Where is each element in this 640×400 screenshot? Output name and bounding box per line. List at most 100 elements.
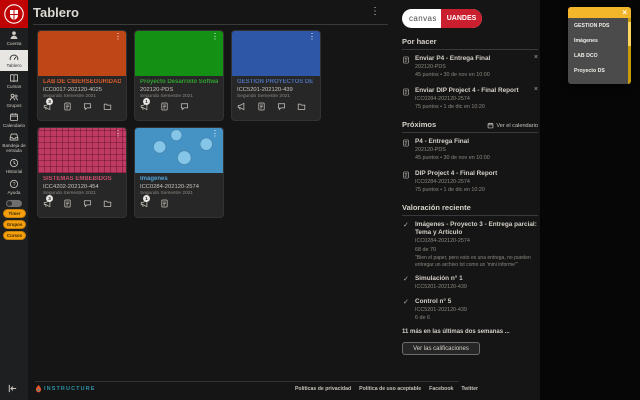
card-menu-icon[interactable]: ⋮ <box>114 32 122 41</box>
files-icon[interactable] <box>297 102 306 111</box>
popup-item[interactable]: LAB DCO <box>568 48 631 63</box>
feedback-item-course: ICC5201-202120-439 <box>415 306 467 313</box>
course-card[interactable]: ⋮ LAB DE CIBERSEGURIDAD OFEN ICC0017-202… <box>38 31 126 120</box>
popup-scrollbar[interactable] <box>628 18 631 84</box>
uandes-crest-icon <box>4 4 24 24</box>
todo-item-title[interactable]: Enviar P4 - Entrega Final <box>415 55 528 63</box>
course-card[interactable]: ⋮ GESTION PROYECTOS DE SOFT ICC5201-2021… <box>232 31 320 120</box>
assignments-icon[interactable] <box>63 199 72 208</box>
feedback-item-title[interactable]: Simulación n° 1 <box>415 275 538 283</box>
footer-link-facebook[interactable]: Facebook <box>429 386 453 392</box>
sidebar-item-cuenta[interactable]: Cuenta <box>0 30 28 46</box>
assignments-icon[interactable] <box>160 102 169 111</box>
feedback-item-score: 6 de 6 <box>415 315 430 322</box>
course-card-title[interactable]: GESTION PROYECTOS DE SOFT <box>237 79 315 85</box>
assignment-icon <box>402 88 410 96</box>
sidebar-item-cursos[interactable]: Cursos <box>0 73 28 89</box>
course-card-code: 202120-PDS <box>140 86 174 93</box>
unread-badge: 1 <box>143 97 150 105</box>
feedback-item-comment: "Bien el paper, pero esto es una entrega… <box>415 255 531 269</box>
discussions-icon[interactable] <box>83 102 92 111</box>
dashboard-options-icon[interactable]: ⋮ <box>370 6 380 17</box>
discussions-icon[interactable] <box>277 102 286 111</box>
sidebar-item-grupos[interactable]: Grupos <box>0 92 28 108</box>
view-grades-button[interactable]: Ver las calificaciones <box>402 342 480 356</box>
view-calendar-link[interactable]: Ver el calendario <box>487 122 538 129</box>
sidebar-item-ayuda[interactable]: ? Ayuda <box>0 179 28 195</box>
popup-header: × <box>568 7 631 18</box>
files-icon[interactable] <box>103 102 112 111</box>
collapse-nav-icon[interactable] <box>7 383 18 394</box>
upcoming-item-title[interactable]: DIP Project 4 - Final Report <box>415 170 528 178</box>
assignments-icon[interactable] <box>63 102 72 111</box>
popup-item[interactable]: Imágenes <box>568 33 631 48</box>
global-nav-rail: Cuenta Tablero Cursos Grupos Calendario … <box>0 0 28 400</box>
todo-item-title[interactable]: Enviar DIP Project 4 - Final Report <box>415 87 528 95</box>
course-card-term: Segundo Semestre 2021 <box>237 93 291 99</box>
popup-item[interactable]: Proyecto DS <box>568 63 631 78</box>
feedback-item-title[interactable]: Imágenes - Proyecto 3 - Entrega parcial:… <box>415 221 538 237</box>
check-icon: ✓ <box>403 222 409 230</box>
feedback-item-score: 68 de 70 <box>415 246 436 253</box>
footer-divider <box>35 381 459 382</box>
upcoming-item: DIP Project 4 - Final Report ICC0284-202… <box>402 170 538 195</box>
card-menu-icon[interactable]: ⋮ <box>211 32 219 41</box>
sidebar-item-bandeja-de-entrada[interactable]: Bandeja de entrada <box>0 132 28 154</box>
instructure-logo[interactable]: INSTRUCTURE <box>35 385 96 393</box>
course-card-title[interactable]: Imágenes <box>140 176 218 182</box>
course-card-title[interactable]: LAB DE CIBERSEGURIDAD OFEN <box>43 79 121 85</box>
discussions-icon[interactable] <box>180 102 189 111</box>
pill-button-cursos[interactable]: Cursos <box>3 231 26 240</box>
course-card-code: ICC5201-202120-439 <box>237 86 293 93</box>
sidebar-item-label: Tablero <box>6 63 22 69</box>
card-menu-icon[interactable]: ⋮ <box>114 129 122 138</box>
sidebar-item-label: Ayuda <box>7 190 21 195</box>
course-card-code: ICC0284-202120-2574 <box>140 183 199 190</box>
assignments-icon[interactable] <box>160 199 169 208</box>
footer-link-twitter[interactable]: Twitter <box>461 386 478 392</box>
course-card-title[interactable]: Proyecto Desarrollo Software <box>140 79 218 85</box>
dismiss-icon[interactable]: × <box>534 86 538 93</box>
footer-link-privacy[interactable]: Políticas de privacidad <box>295 386 351 392</box>
todo-item: Enviar P4 - Entrega Final 202120-PDS 45 … <box>402 54 538 80</box>
popup-scrollbar-thumb[interactable] <box>628 22 631 46</box>
card-menu-icon[interactable]: ⋮ <box>308 32 316 41</box>
sidebar-item-calendario[interactable]: Calendario <box>0 112 28 128</box>
assignments-icon[interactable] <box>257 102 266 111</box>
dark-mode-toggle[interactable] <box>6 200 22 207</box>
announcements-icon[interactable] <box>237 102 246 111</box>
popup-item[interactable]: GESTION PDS <box>568 18 631 33</box>
feedback-item: ✓ Imágenes - Proyecto 3 - Entrega parcia… <box>402 221 538 269</box>
dismiss-icon[interactable]: × <box>534 54 538 61</box>
course-card-term: Segundo Semestre 2021 <box>43 93 97 99</box>
uandes-logo[interactable] <box>0 0 28 28</box>
upcoming-heading: Próximos <box>402 120 437 130</box>
sidebar-item-historial[interactable]: Historial <box>0 158 28 174</box>
todo-item-course: 202120-PDS <box>415 64 446 70</box>
course-card[interactable]: ⋮ Proyecto Desarrollo Software 202120-PD… <box>135 31 223 120</box>
pill-button-timer[interactable]: Timer <box>3 209 26 218</box>
todo-heading: Por hacer <box>402 37 437 46</box>
pill-button-grupos[interactable]: Grupos <box>3 220 26 229</box>
course-card[interactable]: ⋮ SISTEMAS EMBEBIDOS ICC4202-202120-454 … <box>38 128 126 217</box>
announcements-icon[interactable]: 3 <box>43 194 53 208</box>
announcements-icon[interactable]: 1 <box>140 194 150 208</box>
footer-link-acceptable-use[interactable]: Política de uso aceptable <box>359 386 421 392</box>
header-divider <box>33 24 388 25</box>
course-card-title[interactable]: SISTEMAS EMBEBIDOS <box>43 176 121 182</box>
files-icon[interactable] <box>103 199 112 208</box>
feedback-item-title[interactable]: Control n° 5 <box>415 298 538 306</box>
course-card-code: ICC4202-202120-454 <box>43 183 99 190</box>
sidebar-item-tablero[interactable]: Tablero <box>0 50 28 71</box>
discussions-icon[interactable] <box>83 199 92 208</box>
announcements-icon[interactable]: 1 <box>140 97 150 111</box>
calendar-icon <box>10 113 18 121</box>
course-card[interactable]: ⋮ Imágenes ICC0284-202120-2574 Segundo S… <box>135 128 223 217</box>
close-icon[interactable]: × <box>622 7 627 18</box>
calendar-icon <box>488 123 494 129</box>
course-card-image: ⋮ <box>135 31 223 76</box>
feedback-item-course: ICC5201-202120-439 <box>415 284 467 291</box>
upcoming-item-title[interactable]: P4 - Entrega Final <box>415 138 528 146</box>
announcements-icon[interactable]: 3 <box>43 97 53 111</box>
card-menu-icon[interactable]: ⋮ <box>211 129 219 138</box>
